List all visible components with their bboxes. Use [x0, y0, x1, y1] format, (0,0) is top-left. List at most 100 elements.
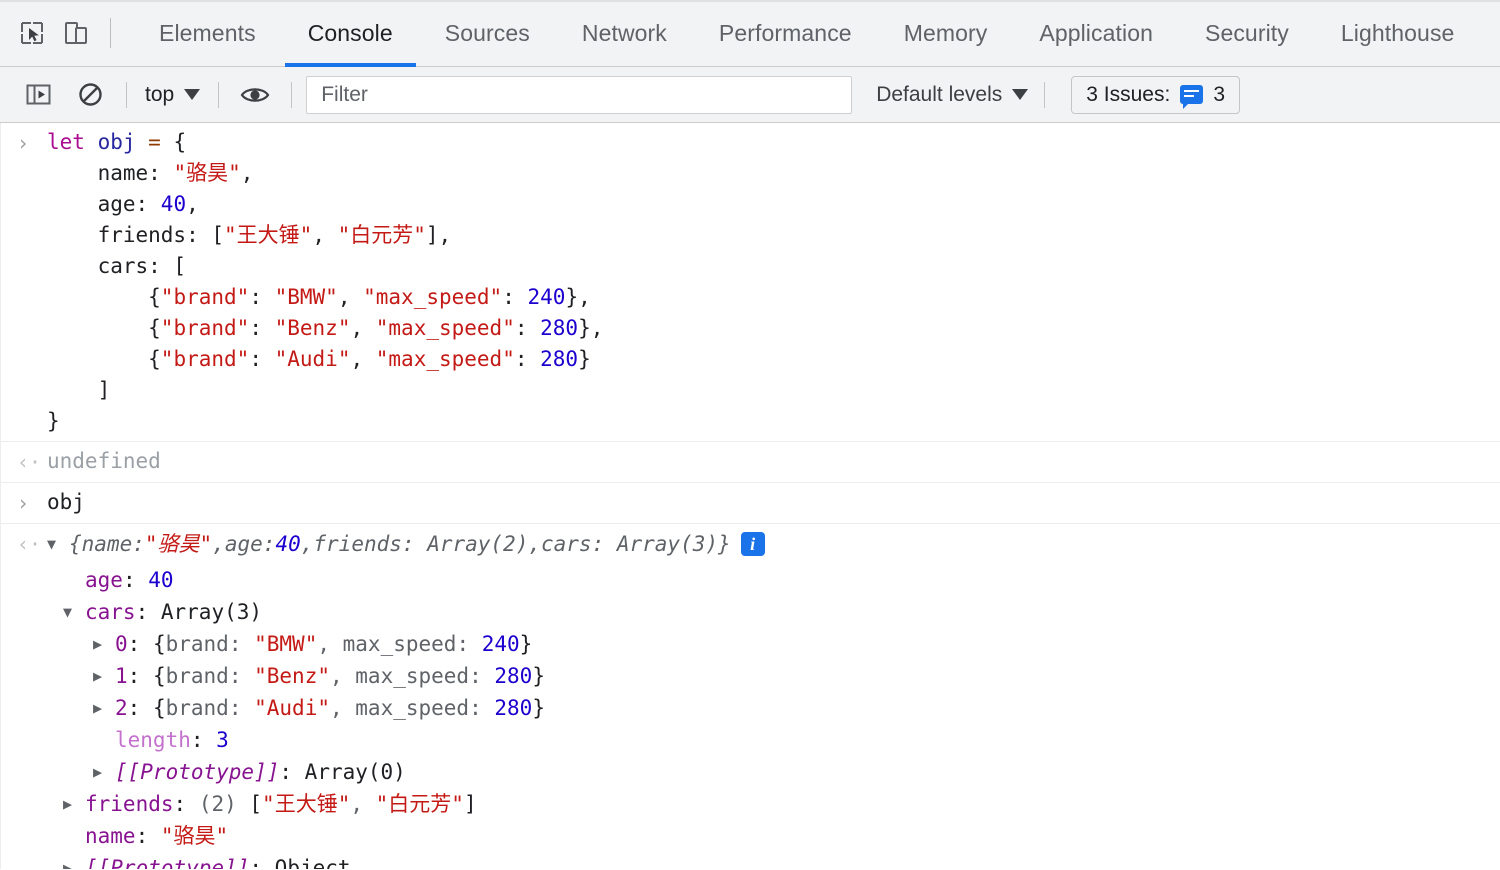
code-token: :	[229, 692, 254, 724]
console-sidebar-icon[interactable]	[18, 75, 58, 115]
console-input-message[interactable]: ›let obj = { name: "骆昊", age: 40, friend…	[1, 123, 1500, 442]
code-token: name	[82, 529, 133, 560]
input-prompt-icon: ›	[17, 487, 47, 519]
tab-performance[interactable]: Performance	[693, 0, 878, 67]
object-property-row[interactable]: ▶0: {brand: "BMW", max_speed: 240}	[1, 628, 1500, 660]
code-token: :	[249, 852, 274, 869]
execution-context-label: top	[145, 83, 174, 107]
expand-triangle-icon[interactable]: ▶	[93, 628, 115, 660]
message-body: undefined	[47, 446, 1500, 477]
object-property-row[interactable]: ▶2: {brand: "Audi", max_speed: 280}	[1, 692, 1500, 724]
code-token: "max_speed"	[376, 347, 515, 371]
code-token: :	[456, 628, 481, 660]
object-preview: ▼{name: "骆昊", age: 40, friends: Array(2)…	[47, 528, 1500, 560]
code-token: "Benz"	[254, 660, 330, 692]
issues-button[interactable]: 3 Issues: 3	[1071, 76, 1240, 114]
code-token: ]	[47, 378, 110, 402]
input-prompt-icon: ›	[17, 127, 47, 159]
tab-label: Elements	[159, 20, 256, 47]
tab-security[interactable]: Security	[1179, 0, 1315, 67]
code-token: }	[47, 409, 60, 433]
code-block: let obj = { name: "骆昊", age: 40, friends…	[47, 127, 1500, 437]
code-token: ,	[312, 223, 337, 247]
code-token: :	[229, 628, 254, 660]
object-property-row[interactable]: ▶1: {brand: "Benz", max_speed: 280}	[1, 660, 1500, 692]
object-property-row[interactable]: ▶[[Prototype]]: Array(0)	[1, 756, 1500, 788]
code-token: 280	[494, 660, 532, 692]
expand-triangle-icon[interactable]: ▶	[93, 660, 115, 692]
console-filter-toolbar: top Default levels 3 Issues: 3	[0, 67, 1500, 123]
tab-console[interactable]: Console	[282, 0, 419, 67]
expand-triangle-icon[interactable]: ▶	[93, 756, 115, 788]
code-token: {	[47, 347, 161, 371]
object-property-row[interactable]: ▼cars: Array(3)	[1, 596, 1500, 628]
code-token: {	[153, 692, 166, 724]
code-token: "max_speed"	[363, 285, 502, 309]
code-token: ,	[338, 285, 363, 309]
code-token: obj	[98, 130, 149, 154]
code-token: {	[47, 316, 161, 340]
tab-label: Console	[308, 20, 393, 47]
object-property-row[interactable]: ▶[[Prototype]]: Object	[1, 852, 1500, 869]
code-token: friends	[85, 788, 174, 820]
issues-label: 3 Issues:	[1086, 83, 1170, 107]
code-token: "王大锤"	[262, 788, 350, 820]
code-token: max_speed	[343, 628, 457, 660]
console-result-message[interactable]: ‹·undefined	[1, 442, 1500, 483]
code-token: : Array(2),	[402, 529, 541, 560]
code-token: }	[532, 692, 545, 724]
device-toolbar-icon[interactable]	[54, 11, 98, 55]
tab-lighthouse[interactable]: Lighthouse	[1315, 0, 1481, 67]
code-token: "brand"	[161, 347, 250, 371]
object-preview-row[interactable]: ‹·▼{name: "骆昊", age: 40, friends: Array(…	[1, 524, 1500, 564]
code-token: :	[191, 724, 216, 756]
code-token: :	[132, 529, 145, 560]
tab-sources[interactable]: Sources	[419, 0, 556, 67]
object-property-row[interactable]: length: 3	[1, 724, 1500, 756]
tab-memory[interactable]: Memory	[878, 0, 1014, 67]
expand-triangle-icon[interactable]: ▶	[63, 788, 85, 820]
tab-application[interactable]: Application	[1013, 0, 1179, 67]
code-token: :	[279, 756, 304, 788]
inspect-element-icon[interactable]	[10, 11, 54, 55]
code-token: 2	[115, 692, 128, 724]
filter-divider	[126, 82, 127, 108]
expand-triangle-icon[interactable]: ▼	[47, 528, 69, 560]
console-output[interactable]: ›let obj = { name: "骆昊", age: 40, friend…	[0, 123, 1500, 869]
code-token: ],	[426, 223, 451, 247]
live-expression-icon[interactable]	[235, 75, 275, 115]
panel-tabs: Elements Console Sources Network Perform…	[133, 0, 1480, 67]
object-property-row[interactable]: ▶friends: (2) ["王大锤", "白元芳"]	[1, 788, 1500, 820]
chevron-down-icon	[1012, 89, 1028, 100]
code-token: ,	[241, 161, 254, 185]
tab-network[interactable]: Network	[556, 0, 693, 67]
code-token: max_speed	[355, 660, 469, 692]
clear-console-icon[interactable]	[70, 75, 110, 115]
code-token: cars	[85, 596, 136, 628]
console-input-message[interactable]: ›obj	[1, 483, 1500, 524]
info-badge-icon[interactable]: i	[741, 532, 765, 556]
code-token: "骆昊"	[161, 820, 228, 852]
execution-context-selector[interactable]: top	[137, 77, 208, 113]
object-property-row[interactable]: name: "骆昊"	[1, 820, 1500, 852]
log-levels-selector[interactable]: Default levels	[870, 77, 1034, 113]
expand-triangle-icon[interactable]: ▶	[93, 692, 115, 724]
tab-elements[interactable]: Elements	[133, 0, 282, 67]
code-token: }	[578, 347, 591, 371]
tab-label: Sources	[445, 20, 530, 47]
expand-triangle-icon[interactable]: ▶	[63, 852, 85, 869]
code-token: cars	[541, 529, 592, 560]
console-message-list: ›let obj = { name: "骆昊", age: 40, friend…	[1, 123, 1500, 524]
devtools-tabbar: Elements Console Sources Network Perform…	[0, 0, 1500, 67]
code-token: "BMW"	[275, 285, 338, 309]
code-token: }	[532, 660, 545, 692]
code-token: ,	[350, 316, 375, 340]
collapse-triangle-icon[interactable]: ▼	[63, 596, 85, 628]
code-token: :	[128, 628, 153, 660]
code-token: Object	[275, 852, 351, 869]
object-property-row[interactable]: age: 40	[1, 564, 1500, 596]
code-token: "Audi"	[275, 347, 351, 371]
filter-input[interactable]	[306, 76, 852, 114]
message-body: obj	[47, 487, 1500, 518]
code-token: }	[520, 628, 533, 660]
